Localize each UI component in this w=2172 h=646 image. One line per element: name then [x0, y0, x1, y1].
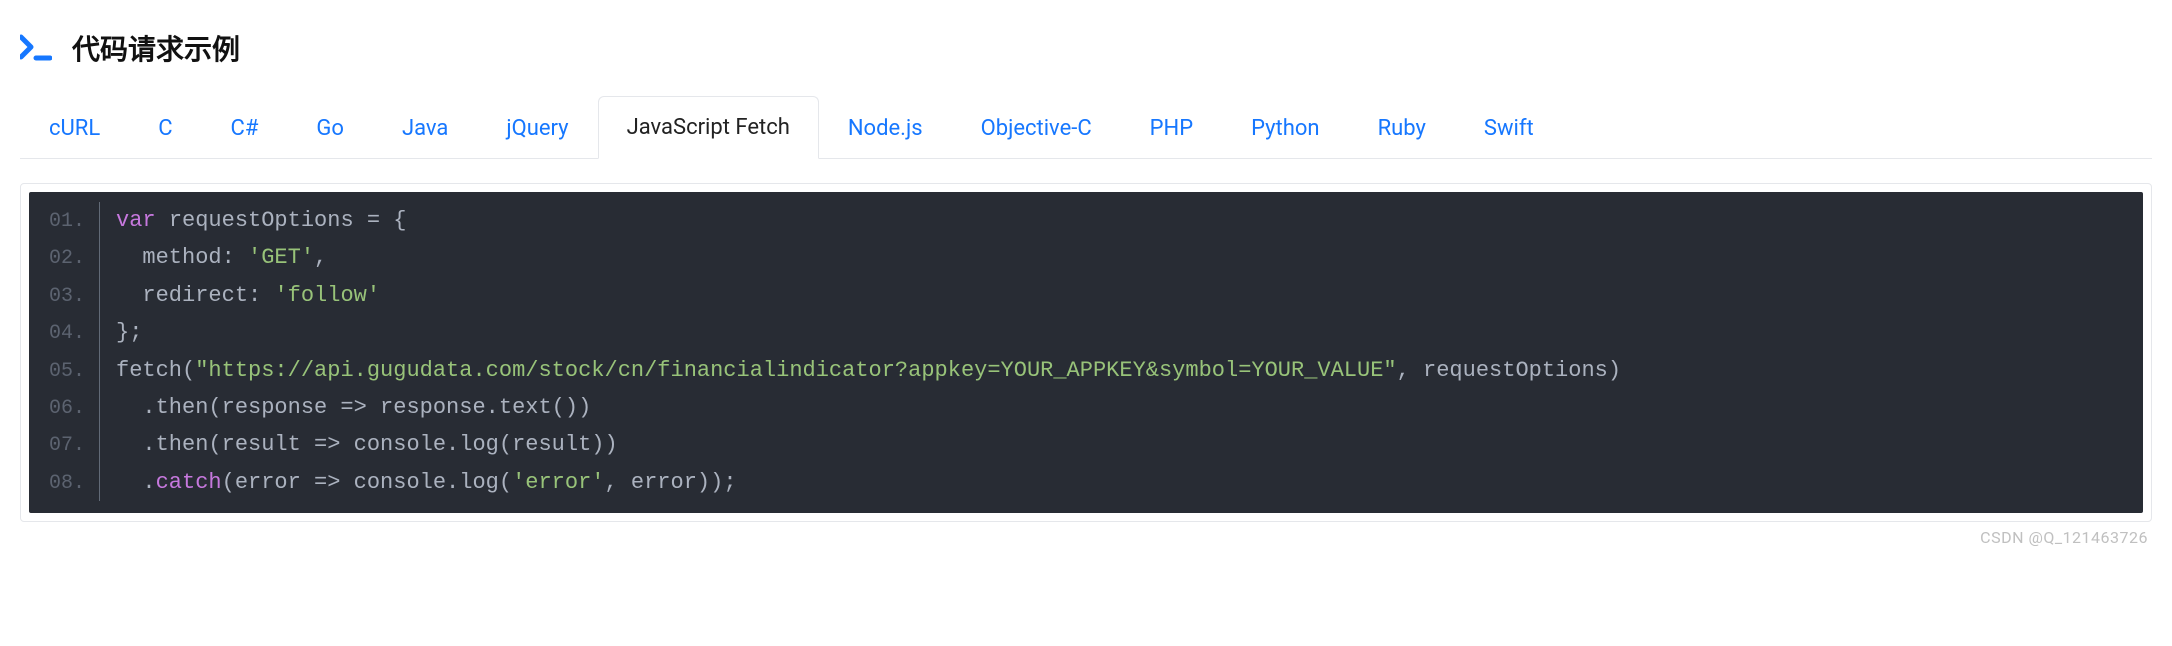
- code-token: 'error': [512, 470, 604, 495]
- code-token: ,: [314, 245, 327, 270]
- tab-swift[interactable]: Swift: [1455, 97, 1563, 159]
- code-token: requestOptions = {: [169, 208, 407, 233]
- line-number: 06.: [29, 392, 99, 426]
- tab-php[interactable]: PHP: [1121, 97, 1222, 159]
- code-token: redirect:: [116, 283, 274, 308]
- code-content: method: 'GET',: [99, 239, 327, 276]
- code-token: fetch(: [116, 358, 195, 383]
- code-token: "https://api.gugudata.com/stock/cn/finan…: [195, 358, 1396, 383]
- code-token: .then(result => console.log(result)): [116, 432, 618, 457]
- line-number: 05.: [29, 355, 99, 389]
- line-number: 07.: [29, 429, 99, 463]
- tab-curl[interactable]: cURL: [20, 97, 129, 159]
- code-content: var requestOptions = {: [99, 202, 406, 239]
- code-token: method:: [116, 245, 248, 270]
- terminal-icon: [20, 34, 52, 62]
- line-number: 03.: [29, 280, 99, 314]
- line-number: 04.: [29, 317, 99, 351]
- code-line: 08. .catch(error => console.log('error',…: [29, 464, 2143, 501]
- code-block: 01.var requestOptions = {02. method: 'GE…: [29, 192, 2143, 513]
- code-line: 06. .then(response => response.text()): [29, 389, 2143, 426]
- code-token: 'follow': [274, 283, 380, 308]
- code-content: .then(response => response.text()): [99, 389, 591, 426]
- code-line: 07. .then(result => console.log(result)): [29, 426, 2143, 463]
- code-content: redirect: 'follow': [99, 277, 380, 314]
- code-content: };: [99, 314, 142, 351]
- watermark: CSDN @Q_121463726: [20, 522, 2152, 547]
- tab-ruby[interactable]: Ruby: [1349, 97, 1455, 159]
- tab-python[interactable]: Python: [1222, 97, 1348, 159]
- code-token: .then(response => response.text()): [116, 395, 591, 420]
- code-line: 02. method: 'GET',: [29, 239, 2143, 276]
- code-token: , requestOptions): [1397, 358, 1621, 383]
- tab-javascript-fetch[interactable]: JavaScript Fetch: [598, 96, 819, 159]
- code-content: .catch(error => console.log('error', err…: [99, 464, 737, 501]
- line-number: 08.: [29, 467, 99, 501]
- code-content: .then(result => console.log(result)): [99, 426, 618, 463]
- line-number: 02.: [29, 242, 99, 276]
- code-line: 03. redirect: 'follow': [29, 277, 2143, 314]
- code-token: var: [116, 208, 169, 233]
- code-token: .: [116, 470, 156, 495]
- code-line: 04.};: [29, 314, 2143, 351]
- code-line: 01.var requestOptions = {: [29, 202, 2143, 239]
- code-content: fetch("https://api.gugudata.com/stock/cn…: [99, 352, 1621, 389]
- code-token: };: [116, 320, 142, 345]
- line-number: 01.: [29, 205, 99, 239]
- tab-jquery[interactable]: jQuery: [477, 97, 597, 159]
- code-token: 'GET': [248, 245, 314, 270]
- section-header: 代码请求示例: [20, 0, 2152, 96]
- tab-c[interactable]: C: [129, 97, 201, 159]
- tab-go[interactable]: Go: [287, 97, 373, 159]
- tab-objective-c[interactable]: Objective-C: [952, 97, 1121, 159]
- tab-node-js[interactable]: Node.js: [819, 97, 952, 159]
- code-token: (error => console.log(: [222, 470, 512, 495]
- code-token: catch: [156, 470, 222, 495]
- section-title: 代码请求示例: [72, 28, 240, 68]
- code-token: , error));: [605, 470, 737, 495]
- code-panel: 01.var requestOptions = {02. method: 'GE…: [20, 183, 2152, 522]
- language-tabs: cURLCC#GoJavajQueryJavaScript FetchNode.…: [20, 96, 2152, 159]
- tab-c-[interactable]: C#: [202, 97, 288, 159]
- tab-java[interactable]: Java: [373, 97, 477, 159]
- code-line: 05.fetch("https://api.gugudata.com/stock…: [29, 352, 2143, 389]
